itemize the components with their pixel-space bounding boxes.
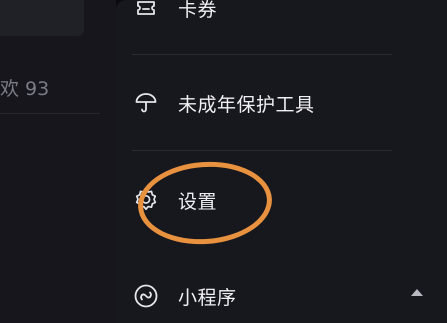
menu-item-label: 设置 (178, 190, 218, 213)
menu-item-minor-protection[interactable]: 未成年保护工具 (132, 83, 315, 123)
menu-item-coupons[interactable]: 卡券 (132, 0, 217, 28)
divider (132, 150, 392, 151)
likes-count: 欢 93 (0, 78, 50, 100)
background-card (0, 0, 84, 36)
menu-item-mini-programs[interactable]: 小程序 (132, 276, 237, 316)
chevron-up-icon[interactable] (411, 289, 423, 296)
menu-item-settings[interactable]: 设置 (132, 180, 217, 220)
ticket-icon (132, 0, 160, 22)
side-drawer-menu: 卡券 未成年保护工具 设置 小程序 (116, 0, 447, 323)
divider (0, 113, 100, 114)
mini-program-icon (132, 282, 160, 310)
gear-icon (132, 186, 160, 214)
divider (132, 54, 392, 55)
background-page: 欢 93 (0, 0, 116, 323)
menu-item-label: 卡券 (178, 0, 218, 21)
menu-item-label: 未成年保护工具 (178, 93, 315, 116)
menu-item-label: 小程序 (178, 286, 237, 309)
umbrella-icon (132, 89, 160, 117)
